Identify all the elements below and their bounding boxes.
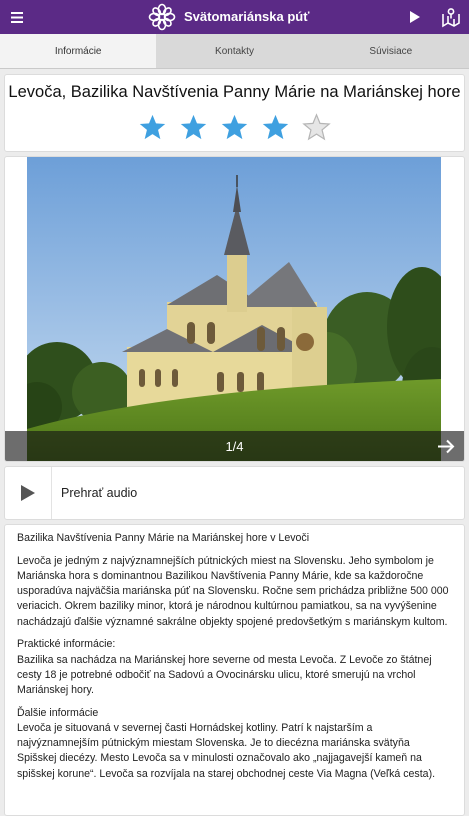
flower-logo-icon: [148, 3, 176, 31]
more-heading: Ďalšie informácie: [17, 706, 99, 719]
practical-text: Bazilika sa nachádza na Mariánskej hore …: [17, 653, 432, 697]
basilica-photo: [27, 157, 441, 461]
star-icon[interactable]: [138, 113, 167, 142]
more-text: Levoča je situovaná v severnej časti Hor…: [17, 722, 436, 780]
article-heading: Bazilika Navštívenia Panny Márie na Mari…: [17, 532, 310, 544]
article-text: Bazilika Navštívenia Panny Márie na Mari…: [17, 531, 449, 789]
gallery-counter: 1/4: [225, 439, 244, 454]
article-card: Bazilika Navštívenia Panny Márie na Mari…: [4, 524, 465, 816]
hamburger-icon[interactable]: [8, 8, 26, 26]
tab-kontakty[interactable]: Kontakty: [156, 34, 312, 68]
audio-play-icon-wrap[interactable]: [5, 467, 52, 519]
audio-label: Prehrať audio: [61, 486, 138, 500]
place-title: Levoča, Bazilika Navštívenia Panny Márie…: [8, 83, 461, 101]
star-icon[interactable]: [261, 113, 290, 142]
map-icon[interactable]: [440, 6, 462, 28]
app-title: Svätomariánska púť: [184, 9, 310, 24]
star-icon[interactable]: [179, 113, 208, 142]
play-icon: [21, 485, 35, 501]
play-icon[interactable]: [405, 8, 423, 26]
arrow-right-icon[interactable]: [437, 439, 455, 454]
photo-gallery[interactable]: 1/4: [4, 156, 465, 462]
place-title-card: Levoča, Bazilika Navštívenia Panny Márie…: [4, 74, 465, 152]
rating-stars: [5, 113, 464, 142]
app-bar: Svätomariánska púť: [0, 0, 469, 34]
article-intro: Levoča je jedným z najvýznamnejších pútn…: [17, 554, 449, 628]
practical-heading: Praktické informácie:: [17, 638, 116, 651]
star-empty-icon[interactable]: [302, 113, 331, 142]
tab-informacie[interactable]: Informácie: [0, 34, 157, 68]
tab-bar: Informácie Kontakty Súvisiace: [0, 34, 469, 69]
tab-suvisiace[interactable]: Súvisiace: [313, 34, 469, 68]
play-audio-button[interactable]: Prehrať audio: [4, 466, 465, 520]
star-icon[interactable]: [220, 113, 249, 142]
